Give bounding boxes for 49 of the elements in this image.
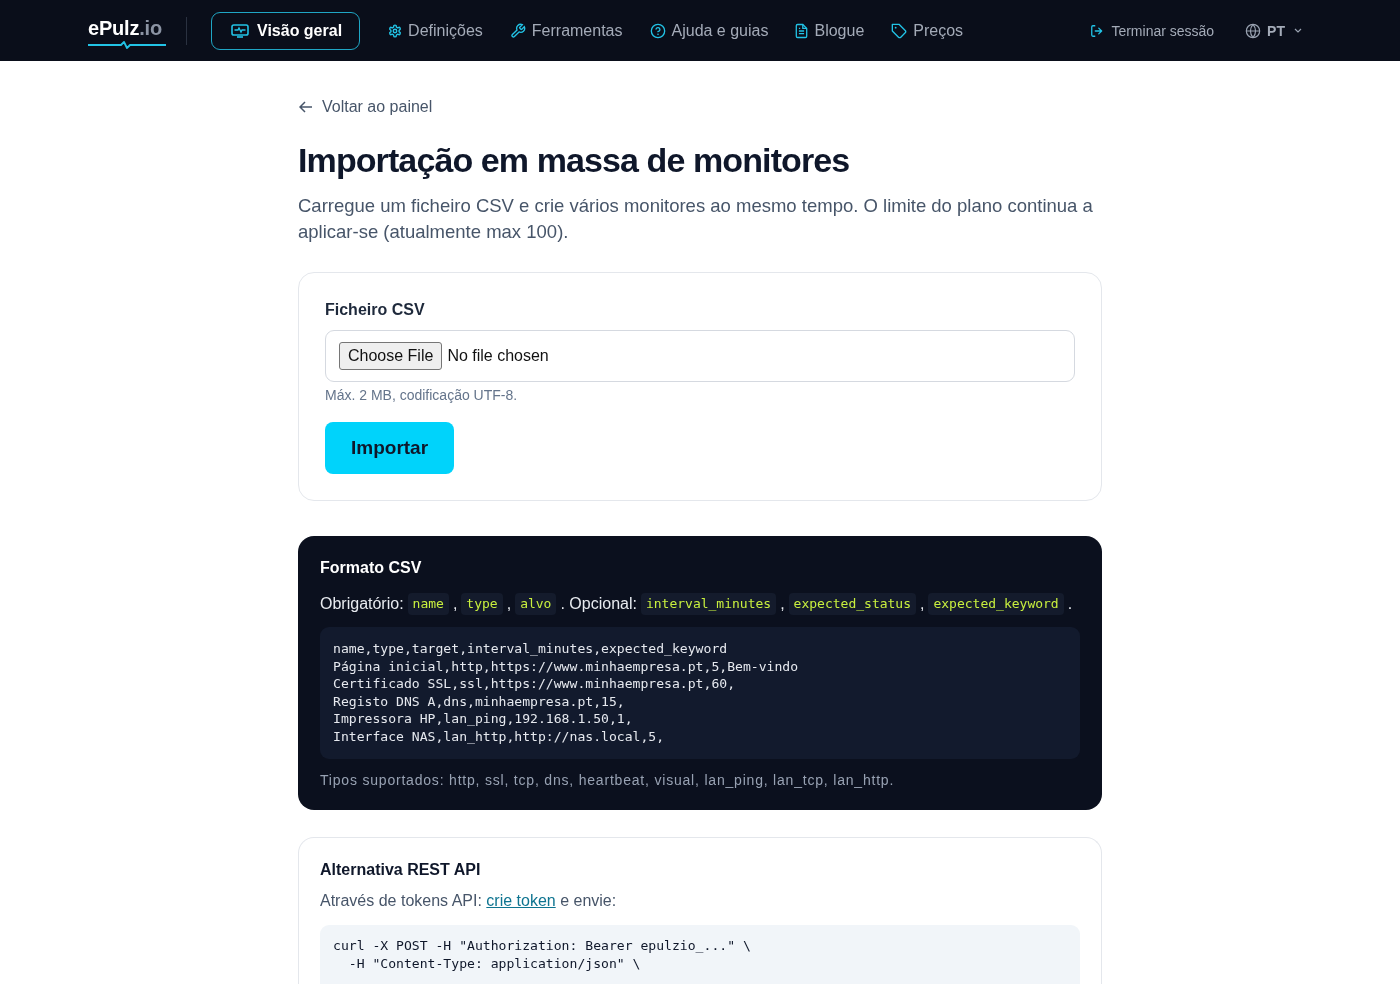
field-code: expected_status <box>788 593 916 615</box>
create-token-link[interactable]: crie token <box>486 892 556 909</box>
nav-link[interactable]: Ferramentas <box>508 11 624 50</box>
nav-link[interactable]: Visão geral <box>211 11 361 50</box>
globe-icon <box>1245 22 1262 39</box>
back-link[interactable]: Voltar ao painel <box>299 89 433 125</box>
file-input-field[interactable]: Choose File No file chosen <box>325 330 1075 382</box>
page-title: Importação em massa de monitores <box>298 140 851 181</box>
chevron-down-icon <box>1294 28 1302 33</box>
fields-text: , <box>452 594 458 614</box>
language-selector[interactable]: PT <box>1245 22 1302 39</box>
document-icon <box>795 22 809 39</box>
file-status-text: No file chosen <box>447 347 549 365</box>
fields-text: Obrigatório: <box>320 594 404 614</box>
gear-icon <box>388 23 403 38</box>
logout-icon <box>1090 23 1105 38</box>
fields-text: , <box>506 594 512 614</box>
tag-icon <box>891 22 908 39</box>
nav-link[interactable]: Ajuda e guias <box>648 11 770 50</box>
wrench-icon <box>509 22 526 39</box>
field-code: alvo <box>515 593 557 615</box>
field-code: expected_keyword <box>928 593 1064 615</box>
field-code: interval_minutes <box>640 593 777 615</box>
hint-text: Máx. 2 MB, codificação UTF-8. <box>325 386 519 404</box>
field-label: Ficheiro CSV <box>325 300 426 320</box>
nav-link[interactable]: Definições <box>387 11 484 50</box>
field-code: type <box>461 593 503 615</box>
fields-text: . Opcional: <box>560 594 637 614</box>
logout-link[interactable]: Terminar sessão <box>1090 22 1215 39</box>
card-title: Formato CSV <box>320 558 423 578</box>
supported-types-text: Tipos suportados: http, ssl, tcp, dns, heartbeat, visual, lan_ping, lan_tcp, lan_http. <box>320 771 896 789</box>
choose-file-button[interactable]: Choose File <box>339 342 443 370</box>
nav-link[interactable]: Blogue <box>794 11 866 50</box>
arrow-left-icon <box>299 101 313 113</box>
help-icon <box>649 22 666 39</box>
nav-link[interactable]: Preços <box>890 11 965 50</box>
page-description: Carregue um ficheiro CSV e crie vários monitores ao mesmo tempo. O limite do plano continua a aplicar-se (atualmente max 100). <box>298 194 1094 244</box>
csv-example-code: name,type,target,interval_minutes,expected_keyword Página inicial,http,https://www.minhaempresa.pt,5,Bem-vindo Certificado SSL,ssl,https://www.minhaempresa.pt,60, Registo DNS A,dns,minhaempresa.pt,15, Impressora HP,lan_ping,192.168.1.50,1, Interface NAS,lan_http,http://nas.local,5, <box>320 627 1080 759</box>
field-code: name <box>407 593 449 615</box>
monitor-pulse-icon <box>231 23 249 38</box>
logo-text[interactable]: ePulz.io <box>88 16 162 39</box>
heartbeat-underline-icon <box>88 39 166 49</box>
fields-text: , <box>920 594 925 614</box>
curl-example-code: curl -X POST -H "Authorization: Bearer epulzio_..." \ -H "Content-Type: application/json" \ <box>320 925 1080 984</box>
fields-text: , <box>780 594 785 614</box>
import-button[interactable]: Importar <box>325 422 455 474</box>
fields-text: . <box>1067 594 1073 614</box>
api-intro-text: Através de tokens API: crie token e envie: <box>320 891 618 911</box>
card-title: Alternativa REST API <box>320 860 482 880</box>
